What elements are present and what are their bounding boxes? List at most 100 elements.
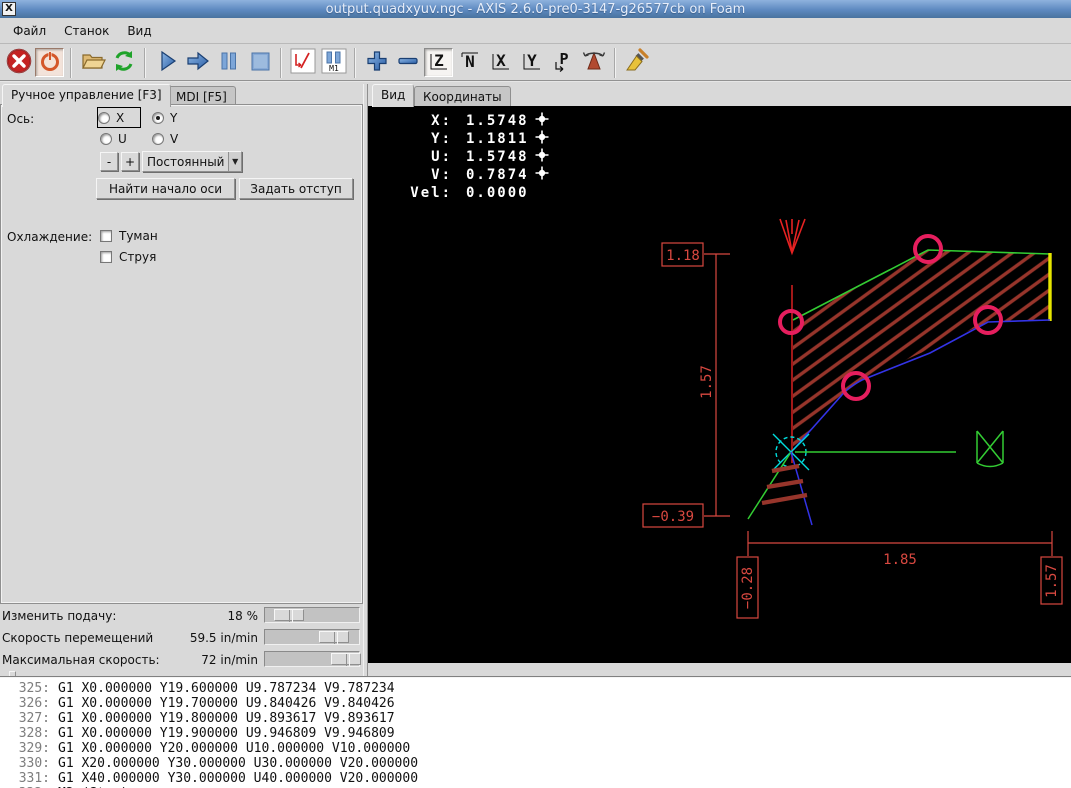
gcode-listing[interactable]: 325: G1 X0.000000 Y19.600000 U9.787234 V9… <box>0 678 1071 788</box>
view-perspective-button[interactable]: P <box>548 48 577 77</box>
toolbar-separator <box>280 48 282 78</box>
jog-speed-slider[interactable] <box>264 629 360 645</box>
rotate-view-button[interactable] <box>579 48 608 77</box>
max-velocity-value: 72 in/min <box>168 653 258 667</box>
foam-cut-hatching <box>780 230 1070 470</box>
gcode-line[interactable]: 328:G1 X0.000000 Y19.900000 U9.946809 V9… <box>6 726 1071 741</box>
svg-text:Z: Z <box>434 51 444 70</box>
gcode-text: G1 X0.000000 Y19.900000 U9.946809 V9.946… <box>58 726 395 741</box>
gcode-lineno: 325: <box>6 681 50 696</box>
readout-label: X: <box>390 113 452 129</box>
max-velocity-slider[interactable] <box>264 651 360 667</box>
jog-speed-value: 59.5 in/min <box>168 631 258 645</box>
readout-row-y: Y: 1.1811 <box>390 130 549 148</box>
homed-crosshair-icon <box>535 130 549 148</box>
view-z-rotated-icon: N <box>458 49 482 77</box>
radio-label-v: V <box>170 132 178 146</box>
radio-axis-y[interactable]: Y <box>152 108 194 127</box>
readout-value: 1.1811 <box>466 131 529 147</box>
menu-machine[interactable]: Станок <box>55 20 118 42</box>
gcode-line[interactable]: 326:G1 X0.000000 Y19.700000 U9.840426 V9… <box>6 696 1071 711</box>
radio-axis-x[interactable]: X <box>98 108 140 127</box>
pause-button[interactable] <box>214 48 243 77</box>
machine-power-button[interactable] <box>35 48 64 77</box>
menu-view[interactable]: Вид <box>118 20 160 42</box>
view-x-button[interactable]: X <box>486 48 515 77</box>
readout-label: U: <box>390 149 452 165</box>
jog-minus-button[interactable]: - <box>100 152 118 171</box>
view-y-button[interactable]: Y <box>517 48 546 77</box>
estop-button[interactable] <box>4 48 33 77</box>
toolbar: M1 Z N X Y <box>0 45 1071 82</box>
svg-text:P: P <box>559 50 568 68</box>
feed-override-slider[interactable] <box>264 607 360 623</box>
gcode-line[interactable]: 327:G1 X0.000000 Y19.800000 U9.893617 V9… <box>6 711 1071 726</box>
slider-thumb[interactable] <box>274 609 304 621</box>
tab-dro[interactable]: Координаты <box>414 86 511 107</box>
checkbox-box <box>100 251 112 263</box>
radio-label-x: X <box>116 111 124 125</box>
tab-mdi[interactable]: MDI [F5] <box>167 86 236 107</box>
tab-manual-control[interactable]: Ручное управление [F3] <box>2 84 171 107</box>
skip-lines-button[interactable] <box>288 48 317 77</box>
open-file-button[interactable] <box>78 48 107 77</box>
toolbar-separator <box>70 48 72 78</box>
checkbox-flood[interactable]: Струя <box>100 250 156 264</box>
svg-text:X: X <box>496 51 506 70</box>
homed-crosshair-icon <box>535 166 549 184</box>
clear-plot-button[interactable] <box>622 48 651 77</box>
run-button[interactable] <box>152 48 181 77</box>
tab-preview[interactable]: Вид <box>372 84 414 107</box>
radio-dot <box>152 112 164 124</box>
gcode-lineno: 331: <box>6 771 50 786</box>
zoom-in-button[interactable] <box>362 48 391 77</box>
gcode-text: G1 X0.000000 Y20.000000 U10.000000 V10.0… <box>58 741 410 756</box>
view-z-rotated-button[interactable]: N <box>455 48 484 77</box>
combobox-arrow-icon[interactable]: ▼ <box>228 152 241 171</box>
homed-crosshair-icon <box>535 148 549 166</box>
slider-thumb[interactable] <box>319 631 349 643</box>
reload-file-button[interactable] <box>109 48 138 77</box>
title-bar[interactable]: X output.quadxyuv.ngc - AXIS 2.6.0-pre0-… <box>0 0 1071 18</box>
svg-text:N: N <box>465 52 475 71</box>
dim-h-right: 1.57 <box>1044 564 1060 598</box>
gcode-lineno: 330: <box>6 756 50 771</box>
radio-label-y: Y <box>170 111 177 125</box>
machine-power-icon <box>38 49 62 77</box>
readout-row-u: U: 1.5748 <box>390 148 549 166</box>
radio-axis-v[interactable]: V <box>152 129 194 148</box>
gcode-lineno: 327: <box>6 711 50 726</box>
home-axis-button[interactable]: Найти начало оси <box>96 178 235 199</box>
view-y-icon: Y <box>520 49 544 77</box>
gcode-lineno: 329: <box>6 741 50 756</box>
checkbox-mist[interactable]: Туман <box>100 229 158 243</box>
arrow-right-icon <box>185 48 211 78</box>
checkbox-label-mist: Туман <box>119 229 158 243</box>
brush-icon <box>624 48 650 78</box>
optional-pause-button[interactable]: M1 <box>319 48 348 77</box>
touch-off-button[interactable]: Задать отступ <box>239 178 353 199</box>
jog-plus-button[interactable]: + <box>121 152 139 171</box>
radio-dot <box>98 112 110 124</box>
jog-mode-value: Постоянный <box>143 155 228 169</box>
menu-bar: Файл Станок Вид <box>0 18 1071 44</box>
stop-button[interactable] <box>245 48 274 77</box>
plus-icon <box>365 49 389 77</box>
axis-label: Ось: <box>7 112 34 126</box>
menu-file[interactable]: Файл <box>4 20 55 42</box>
slider-thumb[interactable] <box>331 653 361 665</box>
zoom-out-button[interactable] <box>393 48 422 77</box>
run-from-line-button[interactable] <box>183 48 212 77</box>
view-z-button[interactable]: Z <box>424 48 453 77</box>
radio-axis-u[interactable]: U <box>100 129 142 148</box>
gcode-line[interactable]: 325: G1 X0.000000 Y19.600000 U9.787234 V9… <box>6 681 1071 696</box>
gcode-text: G1 X0.000000 Y19.600000 U9.787234 V9.787… <box>58 681 395 696</box>
gcode-line[interactable]: 331:G1 X40.000000 Y30.000000 U40.000000 … <box>6 771 1071 786</box>
view-perspective-icon: P <box>551 49 575 77</box>
jog-mode-combobox[interactable]: Постоянный ▼ <box>142 151 242 172</box>
window-icon: X <box>2 2 16 16</box>
dim-h-extent: 1.85 <box>883 552 917 568</box>
gcode-line[interactable]: 330:G1 X20.000000 Y30.000000 U30.000000 … <box>6 756 1071 771</box>
gcode-line[interactable]: 329: G1 X0.000000 Y20.000000 U10.000000 V… <box>6 741 1071 756</box>
readout-value: 1.5748 <box>466 113 529 129</box>
